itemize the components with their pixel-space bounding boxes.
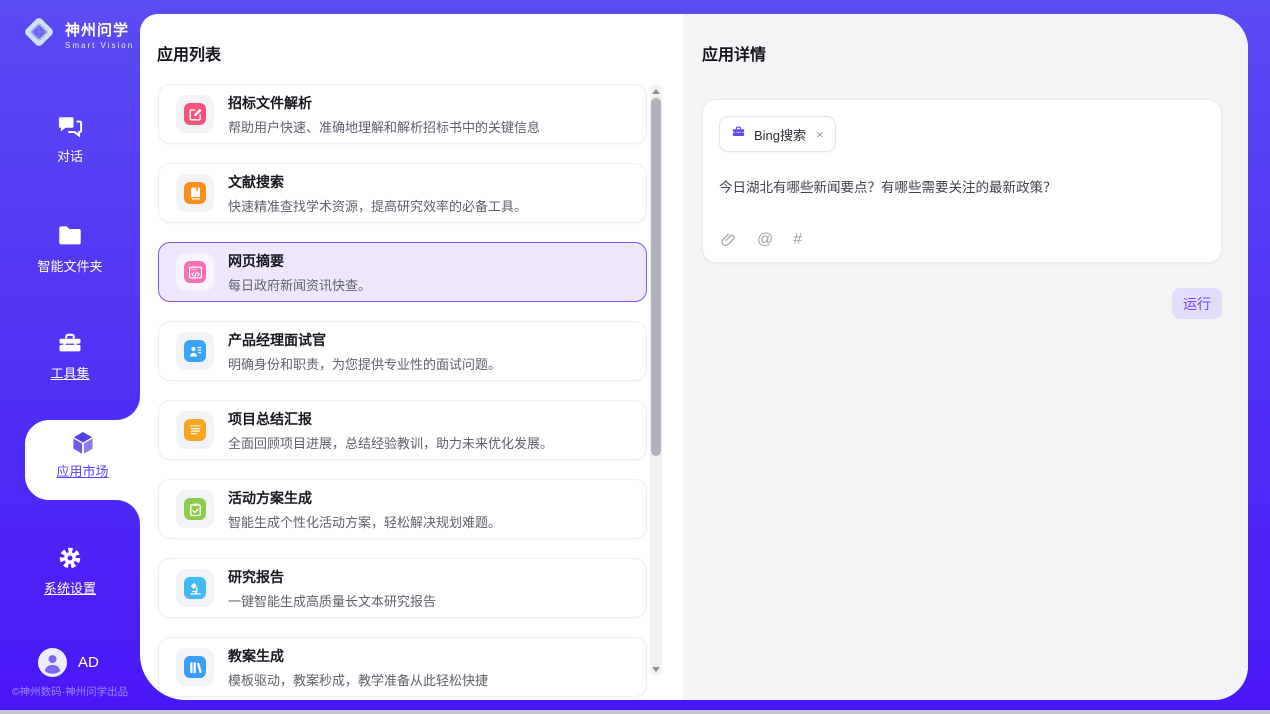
edit-document-icon: [184, 103, 206, 125]
app-card[interactable]: 产品经理面试官 明确身份和职责，为您提供专业性的面试问题。: [158, 321, 647, 381]
app-card-description: 智能生成个性化活动方案，轻松解决规划难题。: [228, 512, 501, 531]
scroll-up-arrow-icon[interactable]: [650, 85, 662, 97]
app-detail-title: 应用详情: [702, 41, 1222, 65]
app-card[interactable]: 网页摘要 每日政府新闻资讯快查。: [158, 242, 647, 302]
app-list-title: 应用列表: [157, 41, 683, 65]
briefcase-icon: [731, 124, 746, 144]
cube-icon: [69, 429, 97, 457]
app-card-title: 教案生成: [228, 646, 488, 666]
app-card-title: 项目总结汇报: [228, 409, 553, 429]
sidebar-item-系统设置[interactable]: 系统设置: [0, 544, 140, 598]
user-avatar-icon: [38, 648, 67, 677]
bottom-edge-strip: [0, 710, 1270, 714]
gear-icon: [56, 544, 84, 572]
main-content: 应用列表 招标文件解析 帮助用户快速、准确地理解和解析招标书中的关键信息 文献搜…: [140, 14, 1248, 700]
prompt-card[interactable]: Bing搜索 × 今日湖北有哪些新闻要点？有哪些需要关注的最新政策？ @ #: [702, 99, 1222, 263]
app-card-description: 快速精准查找学术资源，提高研究效率的必备工具。: [228, 196, 527, 215]
book-icon: [184, 182, 206, 204]
books-icon: [184, 656, 206, 678]
app-card-title: 产品经理面试官: [228, 330, 501, 350]
app-card-description: 模板驱动，教案秒成，教学准备从此轻松快捷: [228, 670, 488, 689]
app-card-title: 研究报告: [228, 567, 436, 587]
app-card[interactable]: 招标文件解析 帮助用户快速、准确地理解和解析招标书中的关键信息: [158, 84, 647, 144]
app-card-title: 网页摘要: [228, 251, 371, 271]
paperclip-icon[interactable]: [720, 232, 737, 249]
query-text[interactable]: 今日湖北有哪些新闻要点？有哪些需要关注的最新政策？: [719, 176, 1205, 196]
sidebar-item-应用市场[interactable]: 应用市场: [25, 420, 140, 500]
app-card[interactable]: 教案生成 模板驱动，教案秒成，教学准备从此轻松快捷: [158, 637, 647, 697]
user-initials: AD: [78, 654, 99, 671]
app-card-title: 文献搜索: [228, 172, 527, 192]
app-card-description: 全面回顾项目进展，总结经验教训，助力未来优化发展。: [228, 433, 553, 452]
chat-icon: [56, 112, 84, 140]
copyright-footer: ©神州数码·神州问学出品: [0, 684, 140, 699]
app-card-description: 明确身份和职责，为您提供专业性的面试问题。: [228, 354, 501, 373]
tab-curve-top: [116, 396, 140, 420]
app-card[interactable]: 研究报告 一键智能生成高质量长文本研究报告: [158, 558, 647, 618]
sidebar-item-label: 应用市场: [56, 464, 108, 479]
app-card-description: 每日政府新闻资讯快查。: [228, 275, 371, 294]
close-icon[interactable]: ×: [816, 128, 824, 141]
brand-logo: 神州问学 Smart Vision: [20, 13, 134, 56]
tool-tag-bing[interactable]: Bing搜索 ×: [719, 116, 836, 152]
toolbox-icon: [56, 329, 84, 357]
notepad-icon: [184, 419, 206, 441]
tool-tag-label: Bing搜索: [754, 125, 806, 144]
app-card-title: 招标文件解析: [228, 93, 540, 113]
folder-icon: [56, 222, 84, 250]
scroll-down-arrow-icon[interactable]: [650, 663, 662, 675]
sidebar-item-智能文件夹[interactable]: 智能文件夹: [0, 222, 140, 276]
app-card[interactable]: 文献搜索 快速精准查找学术资源，提高研究效率的必备工具。: [158, 163, 647, 223]
app-card[interactable]: 项目总结汇报 全面回顾项目进展，总结经验教训，助力未来优化发展。: [158, 400, 647, 460]
app-card[interactable]: 活动方案生成 智能生成个性化活动方案，轻松解决规划难题。: [158, 479, 647, 539]
sidebar: 神州问学 Smart Vision 对话 智能文件夹 工具集 系统设置 应用市场: [0, 0, 140, 710]
clipboard-check-icon: [184, 498, 206, 520]
at-icon[interactable]: @: [757, 231, 773, 249]
app-card-description: 帮助用户快速、准确地理解和解析招标书中的关键信息: [228, 117, 540, 136]
browser-code-icon: [184, 261, 206, 283]
sidebar-item-工具集[interactable]: 工具集: [0, 329, 140, 383]
brand-subtitle: Smart Vision: [65, 41, 134, 50]
scrollbar-thumb[interactable]: [651, 98, 661, 456]
app-card-list: 招标文件解析 帮助用户快速、准确地理解和解析招标书中的关键信息 文献搜索 快速精…: [158, 84, 647, 700]
hash-icon[interactable]: #: [793, 231, 802, 249]
app-list-panel: 应用列表 招标文件解析 帮助用户快速、准确地理解和解析招标书中的关键信息 文献搜…: [140, 14, 683, 700]
brand-name: 神州问学: [65, 19, 134, 40]
app-card-description: 一键智能生成高质量长文本研究报告: [228, 591, 436, 610]
microscope-icon: [184, 577, 206, 599]
app-card-title: 活动方案生成: [228, 488, 501, 508]
scrollbar[interactable]: [650, 84, 662, 676]
sidebar-item-对话[interactable]: 对话: [0, 112, 140, 166]
app-detail-panel: 应用详情 Bing搜索 × 今日湖北: [683, 14, 1248, 700]
diamond-logo-icon: [20, 13, 58, 56]
interviewer-icon: [184, 340, 206, 362]
run-button[interactable]: 运行: [1172, 288, 1222, 319]
user-account[interactable]: AD: [38, 648, 99, 677]
tab-curve-bottom: [116, 500, 140, 524]
